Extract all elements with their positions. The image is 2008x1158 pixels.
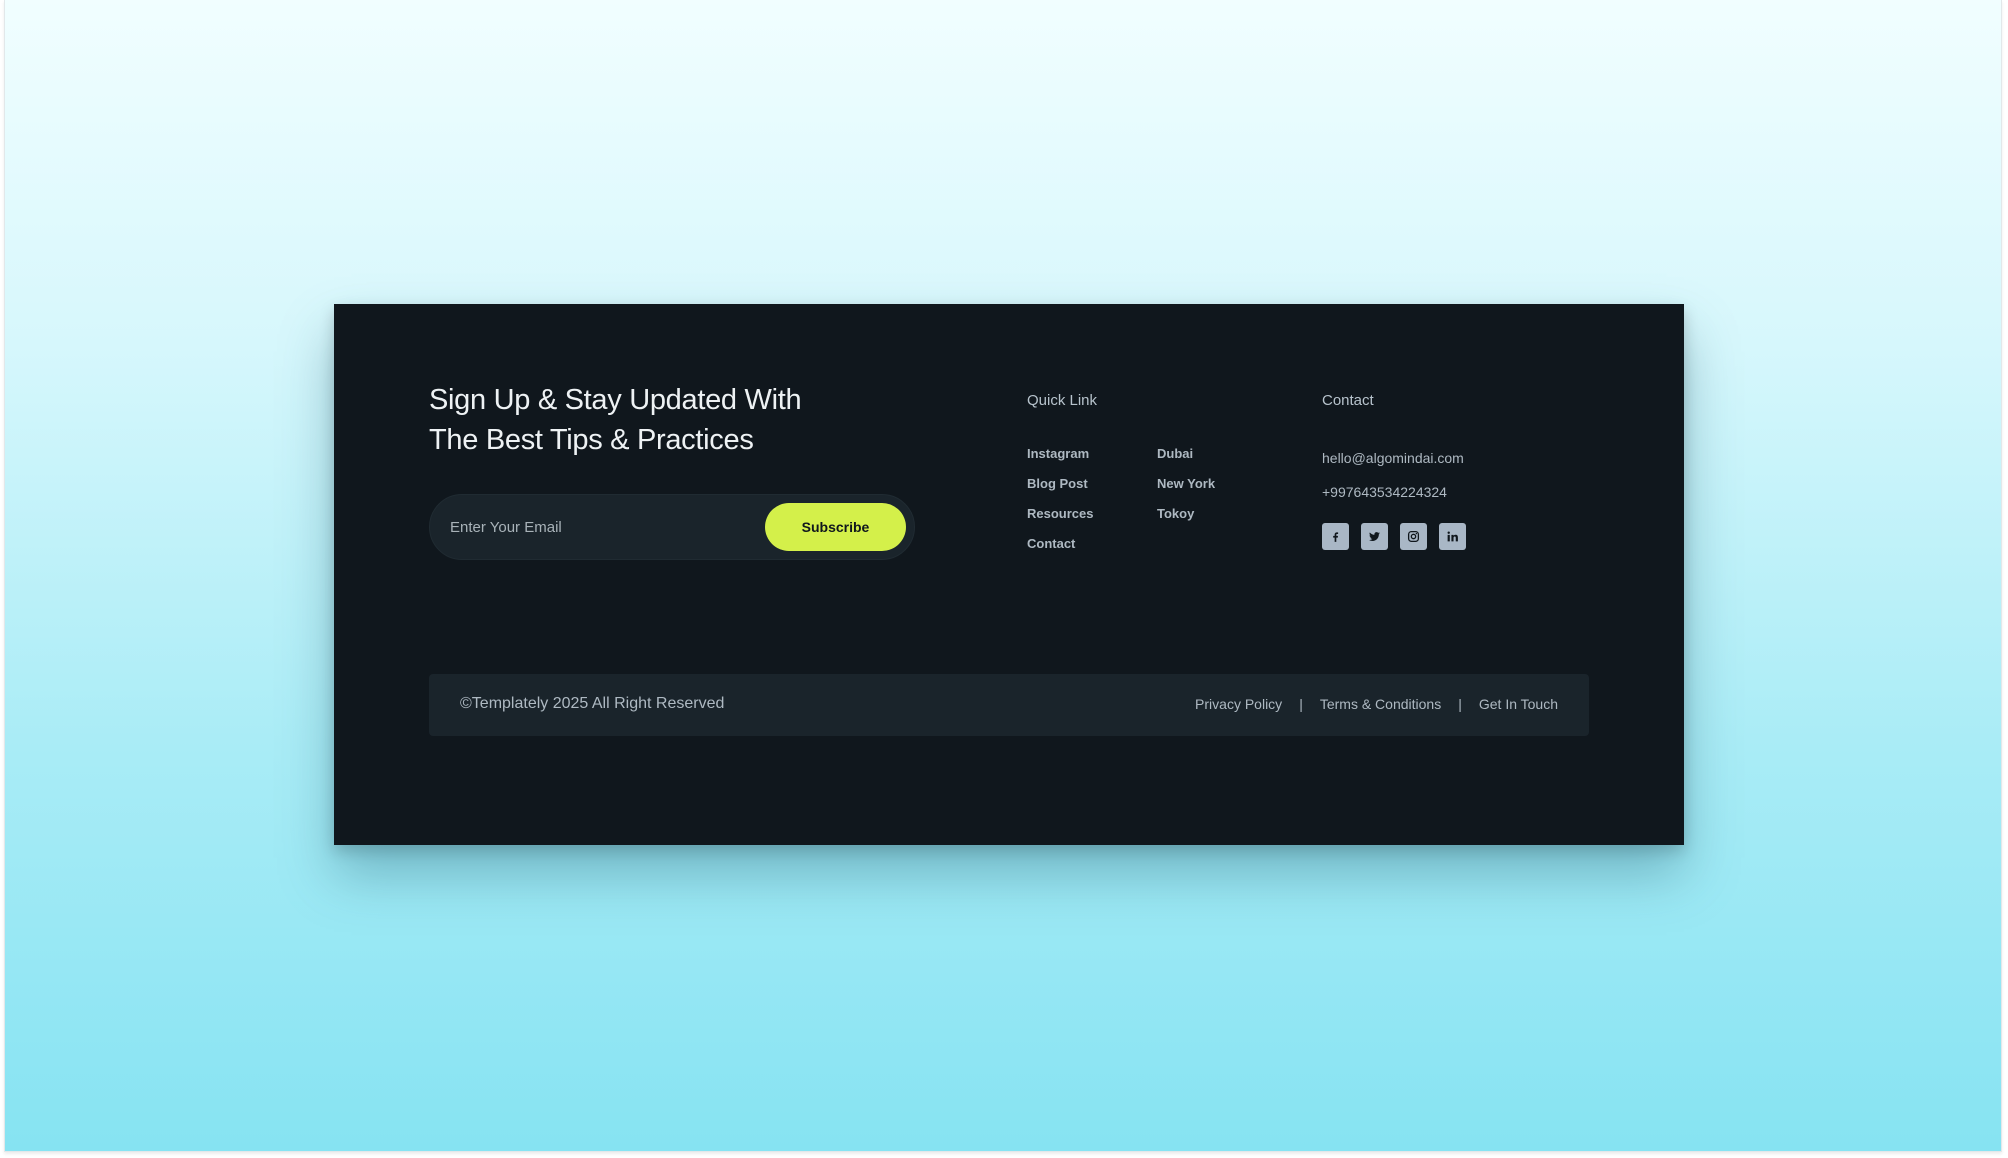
email-input[interactable] <box>450 495 750 559</box>
link-instagram[interactable]: Instagram <box>1027 446 1089 461</box>
contact-email[interactable]: hello@algomindai.com <box>1322 450 1464 466</box>
list-item: Dubai <box>1157 445 1215 475</box>
link-dubai[interactable]: Dubai <box>1157 446 1193 461</box>
link-tokoy[interactable]: Tokoy <box>1157 506 1194 521</box>
copyright-text: ©Templately 2025 All Right Reserved <box>460 695 725 712</box>
facebook-icon[interactable] <box>1322 523 1349 550</box>
link-resources[interactable]: Resources <box>1027 506 1093 521</box>
list-item: New York <box>1157 475 1215 505</box>
headline-line-2: The Best Tips & Practices <box>429 424 754 456</box>
legal-links: Privacy Policy | Terms & Conditions | Ge… <box>1195 696 1558 712</box>
separator: | <box>1458 696 1462 712</box>
contact-title: Contact <box>1322 392 1374 409</box>
quick-links-column-2: Dubai New York Tokoy <box>1157 445 1215 535</box>
link-new-york[interactable]: New York <box>1157 476 1215 491</box>
instagram-icon[interactable] <box>1400 523 1427 550</box>
list-item: Tokoy <box>1157 505 1215 535</box>
twitter-icon[interactable] <box>1361 523 1388 550</box>
get-in-touch-link[interactable]: Get In Touch <box>1479 696 1558 712</box>
quick-link-title: Quick Link <box>1027 392 1098 409</box>
newsletter-headline: Sign Up & Stay Updated With The Best Tip… <box>429 380 949 460</box>
list-item: Blog Post <box>1027 475 1093 505</box>
privacy-policy-link[interactable]: Privacy Policy <box>1195 696 1282 712</box>
linkedin-icon[interactable] <box>1439 523 1466 550</box>
headline-line-1: Sign Up & Stay Updated With <box>429 384 802 416</box>
list-item: Instagram <box>1027 445 1093 475</box>
separator: | <box>1299 696 1303 712</box>
terms-conditions-link[interactable]: Terms & Conditions <box>1320 696 1441 712</box>
list-item: Resources <box>1027 505 1093 535</box>
link-contact[interactable]: Contact <box>1027 536 1075 551</box>
footer-card: Sign Up & Stay Updated With The Best Tip… <box>334 304 1684 845</box>
social-links <box>1322 523 1466 550</box>
link-blog-post[interactable]: Blog Post <box>1027 476 1088 491</box>
page-background: Sign Up & Stay Updated With The Best Tip… <box>4 0 2002 1152</box>
bottom-bar: ©Templately 2025 All Right Reserved Priv… <box>429 674 1589 736</box>
subscribe-form: Subscribe <box>429 494 915 560</box>
subscribe-button[interactable]: Subscribe <box>765 503 906 551</box>
list-item: Contact <box>1027 535 1093 565</box>
contact-phone[interactable]: +997643534224324 <box>1322 484 1447 500</box>
quick-links-column-1: Instagram Blog Post Resources Contact <box>1027 445 1093 565</box>
